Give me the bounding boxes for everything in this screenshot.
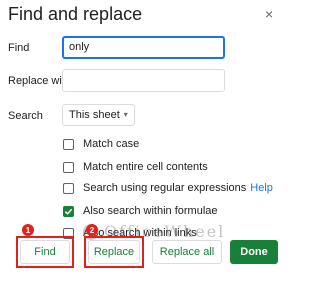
close-icon[interactable]: × <box>265 6 273 22</box>
search-scope-value: This sheet <box>69 109 120 121</box>
option-search-formulae[interactable]: Also search within formulae <box>63 205 218 217</box>
find-label: Find <box>8 42 30 54</box>
annotation-badge-2: 2 <box>86 224 98 236</box>
checkbox-match-entire-cell[interactable] <box>63 161 74 173</box>
annotation-badge-1: 1 <box>22 224 34 236</box>
help-link[interactable]: Help <box>250 182 273 194</box>
option-label: Also search within formulae <box>83 205 218 217</box>
highlight-find <box>16 236 74 268</box>
search-label: Search <box>8 110 43 122</box>
checkbox-regex[interactable] <box>63 182 74 194</box>
replace-input[interactable] <box>62 69 225 92</box>
checkbox-search-formulae[interactable] <box>63 205 74 217</box>
done-button[interactable]: Done <box>230 240 278 264</box>
checkmark-icon <box>64 208 73 215</box>
option-regex[interactable]: Search using regular expressions Help <box>63 182 273 194</box>
replace-all-button[interactable]: Replace all <box>152 240 222 264</box>
find-input[interactable]: only <box>62 36 225 59</box>
option-match-case[interactable]: Match case <box>63 138 139 150</box>
highlight-replace <box>84 236 144 268</box>
chevron-down-icon: ▾ <box>123 110 128 119</box>
option-label: Match entire cell contents <box>83 161 208 173</box>
option-match-entire-cell[interactable]: Match entire cell contents <box>63 161 208 173</box>
option-label: Match case <box>83 138 140 150</box>
search-scope-dropdown[interactable]: This sheet ▾ <box>62 104 135 126</box>
dialog-title: Find and replace <box>8 4 143 24</box>
option-label: Search using regular expressions <box>83 182 247 194</box>
checkbox-match-case[interactable] <box>63 138 74 150</box>
